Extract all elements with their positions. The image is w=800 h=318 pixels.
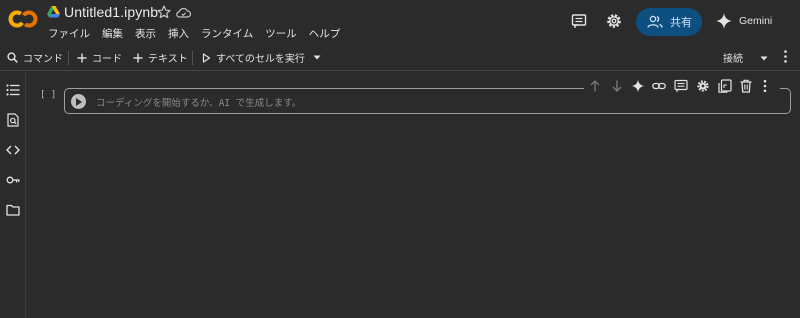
toolbar-divider	[192, 51, 193, 65]
add-text-label: テキスト	[148, 54, 188, 65]
comment-icon[interactable]	[570, 12, 588, 30]
header-bar: Untitled1.ipynb ファイル 編集 表示 挿入 ランタイム ツール …	[0, 0, 800, 43]
gemini-label: Gemini	[739, 15, 773, 27]
mirror-cell-icon[interactable]	[718, 79, 732, 93]
more-vert-icon[interactable]	[761, 79, 769, 93]
share-button[interactable]: 共有	[636, 8, 702, 36]
menu-edit[interactable]: 編集	[102, 26, 123, 41]
link-icon[interactable]	[652, 79, 666, 93]
left-sidebar	[0, 72, 26, 318]
search-icon	[7, 52, 18, 63]
cell-placeholder[interactable]: コーディングを開始するか、AI で生成します。	[96, 95, 301, 109]
plus-icon	[77, 53, 87, 62]
share-label: 共有	[670, 16, 692, 29]
more-vert-icon[interactable]	[784, 50, 787, 63]
plus-icon	[133, 53, 143, 62]
cell-toolbar	[584, 76, 780, 96]
add-code-button[interactable]: コード	[77, 50, 122, 65]
caret-down-icon[interactable]	[760, 56, 768, 61]
command-label: コマンド	[23, 54, 63, 65]
find-replace-icon[interactable]	[6, 113, 20, 127]
move-up-icon[interactable]	[588, 79, 602, 93]
notebook-title[interactable]: Untitled1.ipynb	[64, 4, 158, 20]
menu-file[interactable]: ファイル	[48, 26, 90, 41]
menu-tools[interactable]: ツール	[265, 26, 297, 41]
run-all-button[interactable]: すべてのセルを実行	[202, 50, 321, 65]
gemini-button[interactable]: Gemini	[716, 10, 772, 32]
play-outline-icon	[202, 52, 211, 63]
settings-icon[interactable]	[696, 79, 710, 93]
share-people-icon	[647, 15, 663, 28]
drive-icon[interactable]	[47, 6, 60, 18]
notebook-toolbar: コマンド コード テキスト すべてのセルを実行 接続	[0, 43, 800, 71]
menu-view[interactable]: 表示	[135, 26, 156, 41]
run-cell-button[interactable]	[71, 94, 86, 109]
menu-help[interactable]: ヘルプ	[309, 26, 341, 41]
add-code-label: コード	[92, 54, 122, 65]
toolbar-divider	[68, 51, 69, 65]
caret-down-icon[interactable]	[313, 55, 321, 60]
move-down-icon[interactable]	[610, 79, 624, 93]
delete-icon[interactable]	[739, 79, 753, 93]
menu-bar: ファイル 編集 表示 挿入 ランタイム ツール ヘルプ	[48, 26, 340, 41]
gemini-sparkle-icon[interactable]	[631, 79, 645, 93]
run-all-label: すべてのセルを実行	[216, 54, 305, 65]
secrets-key-icon[interactable]	[6, 173, 20, 187]
cloud-icon[interactable]	[176, 7, 191, 18]
colab-logo[interactable]	[8, 8, 38, 30]
menu-insert[interactable]: 挿入	[168, 26, 189, 41]
table-of-contents-icon[interactable]	[6, 83, 20, 97]
star-icon[interactable]	[157, 5, 171, 19]
connect-button[interactable]: 接続	[723, 50, 743, 65]
add-text-button[interactable]: テキスト	[133, 50, 188, 65]
menu-runtime[interactable]: ランタイム	[201, 26, 253, 41]
settings-icon[interactable]	[605, 12, 623, 30]
files-folder-icon[interactable]	[6, 203, 20, 217]
gemini-sparkle-icon	[716, 13, 732, 29]
command-palette-button[interactable]: コマンド	[7, 50, 63, 65]
cell-execution-count: [ ]	[40, 90, 57, 100]
comment-icon[interactable]	[674, 79, 688, 93]
code-snippets-icon[interactable]	[6, 143, 20, 157]
